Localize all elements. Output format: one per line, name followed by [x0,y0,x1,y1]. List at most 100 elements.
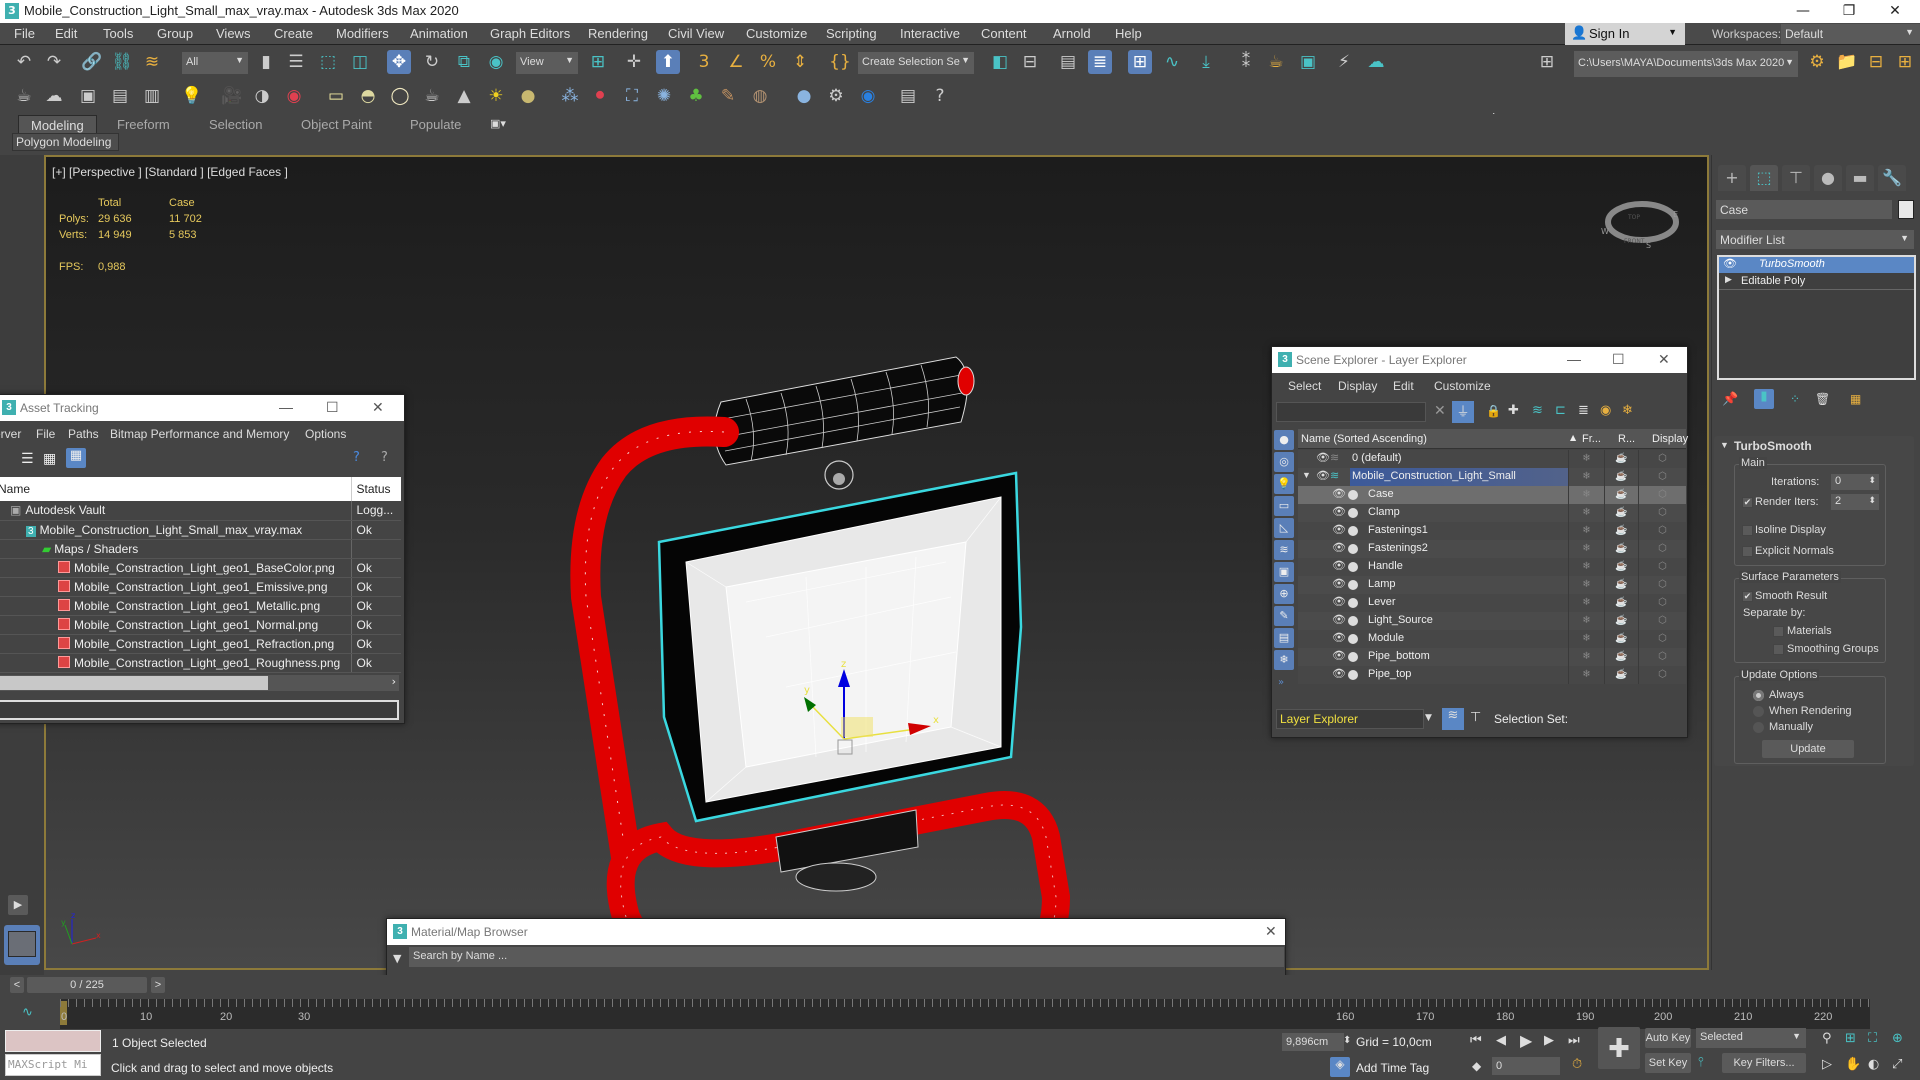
scrollbar-thumb[interactable] [0,676,268,690]
vray-ies-light-icon[interactable]: ▲ [452,84,476,108]
freeze-icon[interactable]: ❄ [1568,468,1604,486]
vray-sphere-light-icon[interactable]: ◯ [388,84,412,108]
menu-tools[interactable]: Tools [103,26,133,41]
pin-stack-icon[interactable]: 📌 [1722,392,1738,407]
cameras-filter-icon[interactable]: ▭ [1274,496,1294,516]
key-filters-button[interactable]: Key Filters... [1722,1053,1806,1073]
eye-icon[interactable]: 👁 [1316,451,1330,464]
maximize-button[interactable]: ☐ [326,399,339,416]
column-renderable[interactable]: R... [1618,433,1635,445]
field-of-view-icon[interactable]: ▷ [1822,1057,1832,1072]
restore-button[interactable]: ❐ [1826,0,1872,22]
object-row[interactable]: 👁 Pipe_top ❄ ☕ ⬡ [1298,666,1686,684]
render-setup-icon[interactable]: ☕ [1264,50,1288,74]
time-tag-icon[interactable]: ◈ [1330,1057,1350,1077]
select-and-rotate-icon[interactable]: ↻ [420,50,444,74]
select-manipulate-icon[interactable]: ✛ [622,50,646,74]
modify-tab-icon[interactable]: ⬚ [1750,165,1778,191]
hierarchy-icon[interactable]: ⊏ [1555,403,1566,418]
asset-tracking-titlebar[interactable]: 3 Asset Tracking — ☐ ✕ [0,395,404,421]
angle-snap-icon[interactable]: ∠ [724,50,748,74]
object-row[interactable]: 👁 Fastenings1 ❄ ☕ ⬡ [1298,522,1686,540]
vray-mesh-light-icon[interactable]: ☕ [420,84,444,108]
link-icon[interactable]: 🔗 [80,50,104,74]
rollout-title[interactable]: TurboSmooth [1734,439,1812,453]
render-teapot-icon[interactable]: ☕ [1604,504,1638,522]
layer-row[interactable]: ▼ 👁 ≋ Mobile_Construction_Light_Small ❄ ☕ ⬡ [1298,468,1686,486]
previous-key-icon[interactable]: ◀︎ [1496,1033,1506,1048]
workspaces-select[interactable]: Default ▼ [1781,24,1920,44]
xrefs-filter-icon[interactable]: ⊕ [1274,584,1294,604]
hide-layers-icon[interactable]: ◉ [1600,403,1611,418]
menu-file[interactable]: File [14,26,35,41]
vray-clipper-icon[interactable]: ⛶ [620,84,644,108]
bind-space-warp-icon[interactable]: ≋ [140,50,164,74]
next-frame-button[interactable]: > [151,977,165,993]
materials-checkbox[interactable] [1773,626,1784,637]
show-end-result-icon[interactable]: ▮ [1754,389,1774,409]
configure-modifier-sets-icon[interactable]: ▦ [1850,392,1861,406]
menu-paths[interactable]: Paths [68,427,99,441]
asset-row[interactable]: ▰ Maps / Shaders [0,539,401,559]
explorer-mode-dropdown[interactable]: Layer Explorer [1276,709,1424,729]
chevron-down-icon[interactable]: ▼ [1425,713,1432,723]
named-selection-dropdown[interactable]: Create Selection Se ▼ [858,52,974,74]
set-key-button[interactable]: Set Key [1645,1053,1691,1073]
create-layer-icon[interactable]: ✚ [1508,403,1519,418]
bones-filter-icon[interactable]: ✎ [1274,606,1294,626]
align-icon[interactable]: ⊟ [1018,50,1042,74]
render-teapot-icon[interactable]: ☕ [1604,522,1638,540]
eye-icon[interactable]: 👁 [1332,487,1346,500]
spinner-snap-icon[interactable]: ⇕ [788,50,812,74]
freeze-icon[interactable]: ❄ [1568,450,1604,468]
toggle-ribbon-icon[interactable]: ⊞ [1128,50,1152,74]
rendered-frame-window-icon[interactable]: ▣ [1296,50,1320,74]
zoom-icon[interactable]: ⚲ [1822,1031,1832,1046]
make-unique-icon[interactable]: ⁘ [1790,392,1800,406]
freeze-icon[interactable]: ❄ [1568,594,1604,612]
next-key-icon[interactable]: ▶︎ [1544,1033,1554,1048]
render-teapot-icon[interactable]: ☕ [1604,486,1638,504]
zoom-all-icon[interactable]: ⊞ [1845,1031,1856,1046]
column-name[interactable]: Name (Sorted Ascending) [1301,433,1427,445]
object-row[interactable]: 👁 Fastenings2 ❄ ☕ ⬡ [1298,540,1686,558]
update-always-radio[interactable] [1753,690,1764,701]
auto-key-button[interactable]: Auto Key [1645,1028,1691,1048]
menu-edit[interactable]: Edit [55,26,77,41]
render-teapot-icon[interactable]: ☕ [1604,540,1638,558]
zoom-extents-icon[interactable]: ⛶ [1868,1031,1877,1046]
vray-ambient-light-icon[interactable]: ● [516,84,540,108]
display-box-icon[interactable]: ⬡ [1638,594,1686,612]
object-row[interactable]: 👁 Lamp ❄ ☕ ⬡ [1298,576,1686,594]
object-color-swatch[interactable] [1898,200,1914,219]
play-icon[interactable]: ▶ [1520,1031,1532,1050]
key-mode-toggle-icon[interactable]: ◆ [1472,1059,1481,1073]
update-manually-radio[interactable] [1753,722,1764,733]
thumbnail-view-icon[interactable]: ▦ [43,451,56,467]
help-icon[interactable]: ? [353,450,360,465]
context-help-icon[interactable]: ? [381,450,388,465]
project-path-dropdown[interactable]: C:\Users\MAYA\Documents\3ds Max 2020 ▼ [1574,51,1798,77]
selection-filter-dropdown[interactable]: All ▼ [182,52,248,74]
select-and-move-icon[interactable]: ✥ [387,50,411,74]
object-row[interactable]: 👁 Handle ❄ ☕ ⬡ [1298,558,1686,576]
clear-search-icon[interactable]: ✕ [1434,403,1446,419]
hierarchy-tab-icon[interactable]: ⊤ [1782,165,1810,191]
column-name[interactable]: Name [0,477,351,501]
containers-filter-icon[interactable]: ▤ [1274,628,1294,648]
add-time-tag-button[interactable]: Add Time Tag [1356,1061,1429,1075]
render-teapot-icon[interactable]: ☕ [1604,630,1638,648]
add-to-layer-icon[interactable]: ≋ [1532,403,1543,418]
coordinate-z-field[interactable]: 9,896cm [1282,1033,1344,1051]
menu-create[interactable]: Create [274,26,313,41]
vray-dome-light-icon[interactable]: ◓ [356,84,380,108]
render-iters-checkbox[interactable]: ✔ [1742,497,1753,508]
spinner-icon[interactable]: ⬍ [1343,1035,1351,1046]
groups-filter-icon[interactable]: ▣ [1274,562,1294,582]
vray-volume-icon[interactable]: ◍ [748,84,772,108]
help-icon[interactable]: ? [928,84,952,108]
menu-group[interactable]: Group [157,26,193,41]
menu-arnold[interactable]: Arnold [1053,26,1091,41]
column-status[interactable]: Status [350,477,401,501]
expand-toolbar-icon[interactable]: » [1278,677,1284,688]
